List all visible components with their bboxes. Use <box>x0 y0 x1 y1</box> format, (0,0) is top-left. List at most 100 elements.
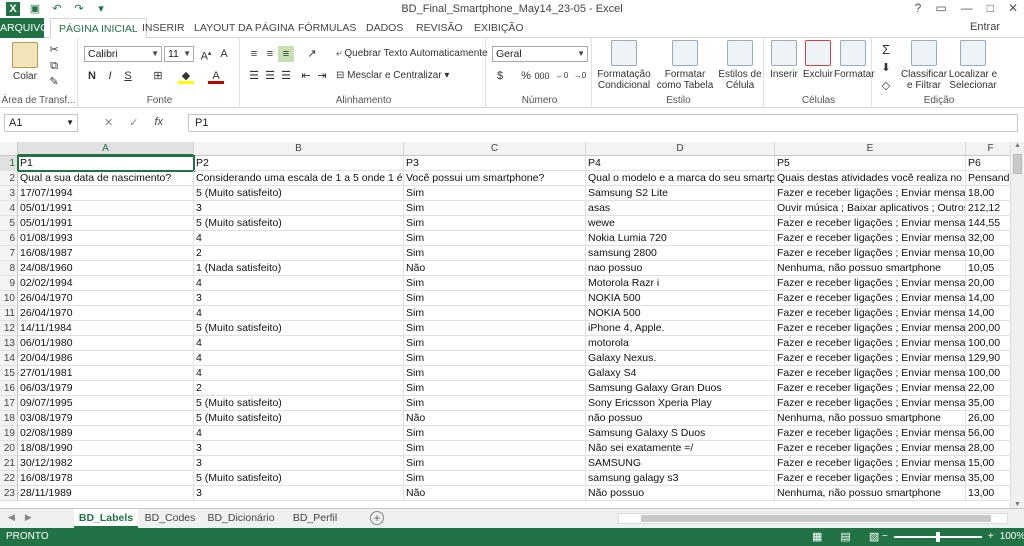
conditional-formatting-button[interactable]: Formatação Condicional <box>596 40 652 91</box>
format-cells-button[interactable]: Formatar <box>834 40 875 80</box>
table-cell[interactable]: 5 (Muito satisfeito) <box>194 411 404 426</box>
delete-cells-button[interactable]: Excluir <box>802 40 834 80</box>
sheet-tab-bd-codes[interactable]: BD_Codes <box>140 509 200 528</box>
row-header[interactable]: 1 <box>0 156 18 171</box>
table-cell[interactable]: Sim <box>404 321 586 336</box>
table-cell[interactable]: Ouvir música ; Baixar aplicativos ; Outr… <box>775 201 966 216</box>
tab-data[interactable]: DADOS <box>358 18 411 38</box>
table-cell[interactable]: 18,00 <box>966 186 1010 201</box>
table-cell[interactable]: P3 <box>404 156 586 171</box>
orientation-icon[interactable]: ↗ <box>304 46 320 62</box>
autosum-icon[interactable]: Σ <box>878 42 894 58</box>
align-left-icon[interactable]: ☰ <box>246 68 262 84</box>
table-cell[interactable]: 100,00 <box>966 366 1010 381</box>
table-cell[interactable]: Fazer e receber ligações ; Enviar mensag… <box>775 351 966 366</box>
table-cell[interactable]: Quais destas atividades você realiza no … <box>775 171 966 186</box>
table-cell[interactable]: Não sei exatamente =/ <box>586 441 775 456</box>
format-as-table-button[interactable]: Formatar como Tabela <box>652 40 718 91</box>
font-name-select[interactable]: Calibri ▼ <box>84 46 162 62</box>
add-sheet-icon[interactable]: + <box>370 511 384 525</box>
table-cell[interactable]: 2 <box>194 246 404 261</box>
decrease-decimal-icon[interactable]: →0 <box>572 68 588 84</box>
horizontal-scrollbar[interactable] <box>618 513 1008 524</box>
sheet-tab-bd-labels[interactable]: BD_Labels <box>74 509 138 528</box>
tab-review[interactable]: REVISÃO <box>408 18 471 38</box>
table-cell[interactable]: Sim <box>404 231 586 246</box>
row-header[interactable]: 16 <box>0 381 18 396</box>
table-cell[interactable]: Sim <box>404 201 586 216</box>
table-cell[interactable]: 05/01/1991 <box>18 201 194 216</box>
zoom-in-icon[interactable]: + <box>988 531 994 542</box>
table-cell[interactable]: SAMSUNG <box>586 456 775 471</box>
font-color-icon[interactable]: A <box>208 68 224 84</box>
align-center-icon[interactable]: ☰ <box>262 68 278 84</box>
currency-icon[interactable]: $ <box>492 68 508 84</box>
table-cell[interactable]: 20,00 <box>966 276 1010 291</box>
table-cell[interactable]: 30/12/1982 <box>18 456 194 471</box>
borders-icon[interactable]: ⊞ <box>150 68 166 84</box>
table-cell[interactable]: iPhone 4, Apple. <box>586 321 775 336</box>
row-header[interactable]: 19 <box>0 426 18 441</box>
find-select-button[interactable]: Localizar e Selecionar <box>948 40 998 91</box>
table-cell[interactable]: 28/11/1989 <box>18 486 194 501</box>
table-cell[interactable]: Fazer e receber ligações ; Enviar mensag… <box>775 231 966 246</box>
table-cell[interactable]: 5 (Muito satisfeito) <box>194 216 404 231</box>
table-cell[interactable]: 5 (Muito satisfeito) <box>194 186 404 201</box>
table-cell[interactable]: Sim <box>404 381 586 396</box>
table-cell[interactable]: 26/04/1970 <box>18 306 194 321</box>
column-header-b[interactable]: B <box>194 142 404 156</box>
column-header-f[interactable]: F <box>966 142 1010 156</box>
row-header[interactable]: 17 <box>0 396 18 411</box>
table-cell[interactable]: 3 <box>194 201 404 216</box>
formula-input[interactable]: P1 <box>188 114 1018 132</box>
cut-icon[interactable]: ✂ <box>46 42 62 58</box>
name-box[interactable]: A1 ▼ <box>4 114 78 132</box>
sheet-tab-bd-dicionario[interactable]: BD_Dicionário <box>202 509 280 528</box>
grow-font-icon[interactable]: A▴ <box>198 46 214 63</box>
table-cell[interactable]: Fazer e receber ligações ; Enviar mensag… <box>775 336 966 351</box>
cancel-icon[interactable]: ✕ <box>104 116 113 129</box>
tab-insert[interactable]: INSERIR <box>134 18 193 38</box>
table-cell[interactable]: 32,00 <box>966 231 1010 246</box>
table-cell[interactable]: 24/08/1960 <box>18 261 194 276</box>
row-header[interactable]: 2 <box>0 171 18 186</box>
table-cell[interactable]: Sim <box>404 216 586 231</box>
row-header[interactable]: 10 <box>0 291 18 306</box>
table-cell[interactable]: Sim <box>404 351 586 366</box>
table-cell[interactable]: Não <box>404 486 586 501</box>
table-cell[interactable]: Considerando uma escala de 1 a 5 onde 1 … <box>194 171 404 186</box>
tab-home[interactable]: PÁGINA INICIAL <box>50 18 147 39</box>
column-header-a[interactable]: A <box>18 142 194 156</box>
cell-styles-button[interactable]: Estilos de Célula <box>718 40 762 91</box>
table-cell[interactable]: 56,00 <box>966 426 1010 441</box>
underline-icon[interactable]: S <box>120 68 136 84</box>
table-cell[interactable]: 100,00 <box>966 336 1010 351</box>
table-cell[interactable]: 01/08/1993 <box>18 231 194 246</box>
table-cell[interactable]: wewe <box>586 216 775 231</box>
table-cell[interactable]: 03/08/1979 <box>18 411 194 426</box>
minimize-icon[interactable]: — <box>961 1 973 15</box>
table-cell[interactable]: 06/03/1979 <box>18 381 194 396</box>
table-cell[interactable]: 26/04/1970 <box>18 291 194 306</box>
table-cell[interactable]: Fazer e receber ligações ; Enviar mensag… <box>775 216 966 231</box>
next-sheet-icon[interactable]: ▶ <box>25 512 32 523</box>
table-cell[interactable]: Nenhuma, não possuo smartphone <box>775 411 966 426</box>
table-cell[interactable]: 18/08/1990 <box>18 441 194 456</box>
table-cell[interactable]: Sim <box>404 291 586 306</box>
bold-icon[interactable]: N <box>84 68 100 84</box>
column-header-e[interactable]: E <box>775 142 966 156</box>
number-format-select[interactable]: Geral ▼ <box>492 46 588 62</box>
vertical-scroll-thumb[interactable] <box>1013 154 1022 174</box>
table-cell[interactable]: Fazer e receber ligações ; Enviar mensag… <box>775 186 966 201</box>
table-cell[interactable]: 3 <box>194 486 404 501</box>
table-cell[interactable]: 26,00 <box>966 411 1010 426</box>
row-header[interactable]: 9 <box>0 276 18 291</box>
table-cell[interactable]: 129,90 <box>966 351 1010 366</box>
table-cell[interactable]: Sim <box>404 441 586 456</box>
tab-formulas[interactable]: FÓRMULAS <box>290 18 364 38</box>
table-cell[interactable]: asas <box>586 201 775 216</box>
scroll-up-icon[interactable]: ▲ <box>1014 142 1021 149</box>
align-right-icon[interactable]: ☰ <box>278 68 294 84</box>
table-cell[interactable]: samsung galagy s3 <box>586 471 775 486</box>
table-cell[interactable]: P5 <box>775 156 966 171</box>
